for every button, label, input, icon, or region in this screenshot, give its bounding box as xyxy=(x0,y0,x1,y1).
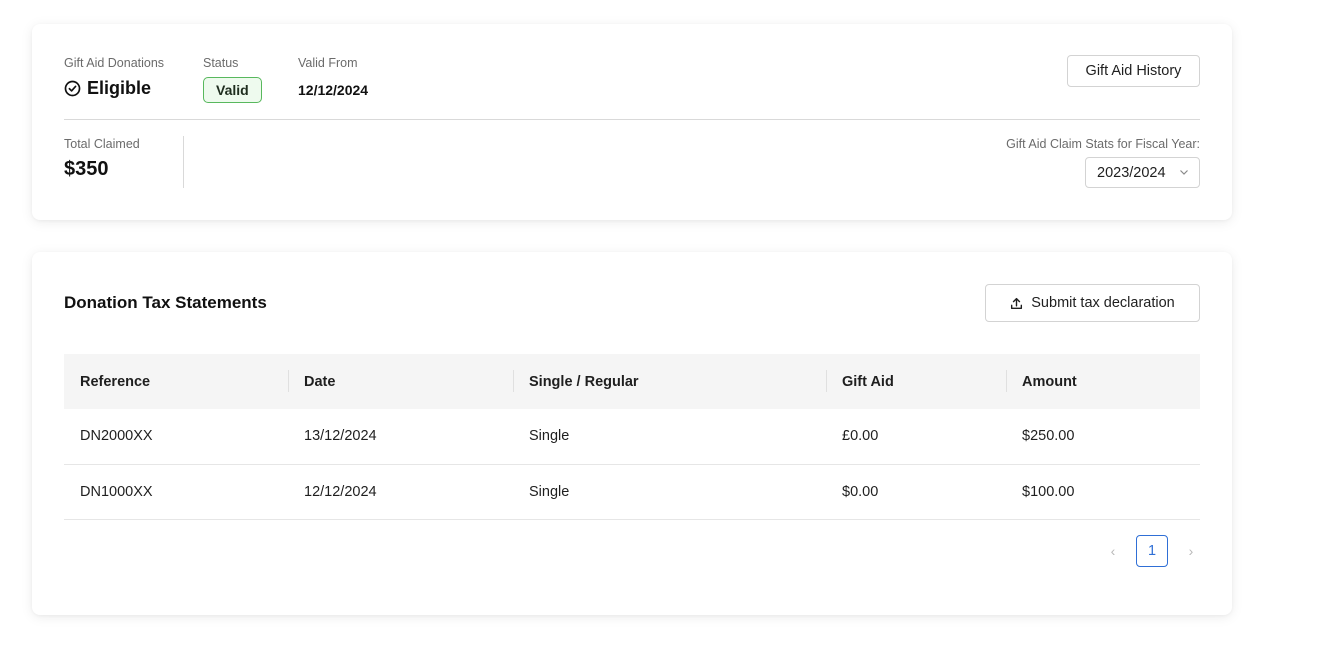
gift-aid-donations-stat: Gift Aid Donations Eligible xyxy=(64,56,164,99)
valid-from-value: 12/12/2024 xyxy=(298,82,369,98)
valid-from-label: Valid From xyxy=(298,56,358,70)
cell-amount: $100.00 xyxy=(1022,483,1075,500)
chevron-down-icon xyxy=(1180,170,1188,175)
submit-tax-declaration-button[interactable]: Submit tax declaration xyxy=(985,284,1200,322)
column-separator xyxy=(288,370,289,392)
cell-reference: DN2000XX xyxy=(80,428,153,445)
column-header-wrap: Date xyxy=(288,354,513,409)
table-row: DN2000XX 13/12/2024 Single £0.00 $250.00 xyxy=(64,409,1200,464)
table-row: DN1000XX 12/12/2024 Single $0.00 $100.00 xyxy=(64,464,1200,519)
eligibility-value: Eligible xyxy=(64,78,164,99)
pagination: ‹ 1 › xyxy=(1104,535,1200,567)
cell-gift-aid: £0.00 xyxy=(842,428,879,445)
gift-aid-summary-card: Gift Aid Donations Eligible Status Valid… xyxy=(32,24,1232,220)
upload-icon xyxy=(1011,297,1023,309)
column-header: Date xyxy=(304,373,336,390)
cell-date: 13/12/2024 xyxy=(304,428,377,445)
status-label: Status xyxy=(203,56,239,70)
column-header: Gift Aid xyxy=(842,373,894,390)
status-stat: Status Valid xyxy=(203,56,262,103)
total-claimed-value: $350 xyxy=(64,158,109,180)
column-separator xyxy=(826,370,827,392)
valid-from-stat: Valid From 12/12/2024 xyxy=(298,56,368,98)
table-header-row: Reference Date Single / Regular Gift Aid… xyxy=(64,354,1200,409)
column-header: Amount xyxy=(1022,373,1077,390)
status-badge: Valid xyxy=(203,77,262,103)
column-header: Single / Regular xyxy=(529,373,639,390)
chevron-right-icon[interactable]: › xyxy=(1182,542,1200,560)
cell-type: Single xyxy=(529,428,570,445)
fiscal-year-label: Gift Aid Claim Stats for Fiscal Year: xyxy=(1006,137,1200,151)
cell-date: 12/12/2024 xyxy=(304,483,377,500)
column-header-wrap: Single / Regular xyxy=(513,354,826,409)
column-separator xyxy=(513,370,514,392)
cell-gift-aid: $0.00 xyxy=(842,483,879,500)
page-1-button[interactable]: 1 xyxy=(1136,535,1168,567)
chevron-left-icon[interactable]: ‹ xyxy=(1104,542,1122,560)
statements-table: Reference Date Single / Regular Gift Aid… xyxy=(64,354,1200,520)
donation-tax-statements-card: Donation Tax Statements Submit tax decla… xyxy=(32,252,1232,615)
column-separator xyxy=(1006,370,1007,392)
submit-tax-declaration-label: Submit tax declaration xyxy=(1031,295,1175,311)
cell-reference: DN1000XX xyxy=(80,483,153,500)
vertical-divider xyxy=(183,136,184,188)
eligibility-text: Eligible xyxy=(87,78,152,98)
gift-aid-donations-label: Gift Aid Donations xyxy=(64,56,165,70)
column-header: Reference xyxy=(80,373,151,390)
summary-divider xyxy=(64,119,1200,120)
column-header-wrap: Amount xyxy=(1006,354,1200,409)
fiscal-year-value: 2023/2024 xyxy=(1097,164,1166,181)
check-circle-icon xyxy=(64,80,81,97)
column-header-wrap: Gift Aid xyxy=(826,354,1006,409)
fiscal-year-select[interactable]: 2023/2024 xyxy=(1085,157,1200,188)
cell-amount: $250.00 xyxy=(1022,428,1075,445)
section-title: Donation Tax Statements xyxy=(64,293,267,312)
gift-aid-history-button[interactable]: Gift Aid History xyxy=(1067,55,1200,87)
total-claimed-label: Total Claimed xyxy=(64,137,140,151)
total-claimed-stat: Total Claimed $350 xyxy=(64,137,140,181)
cell-type: Single xyxy=(529,483,570,500)
